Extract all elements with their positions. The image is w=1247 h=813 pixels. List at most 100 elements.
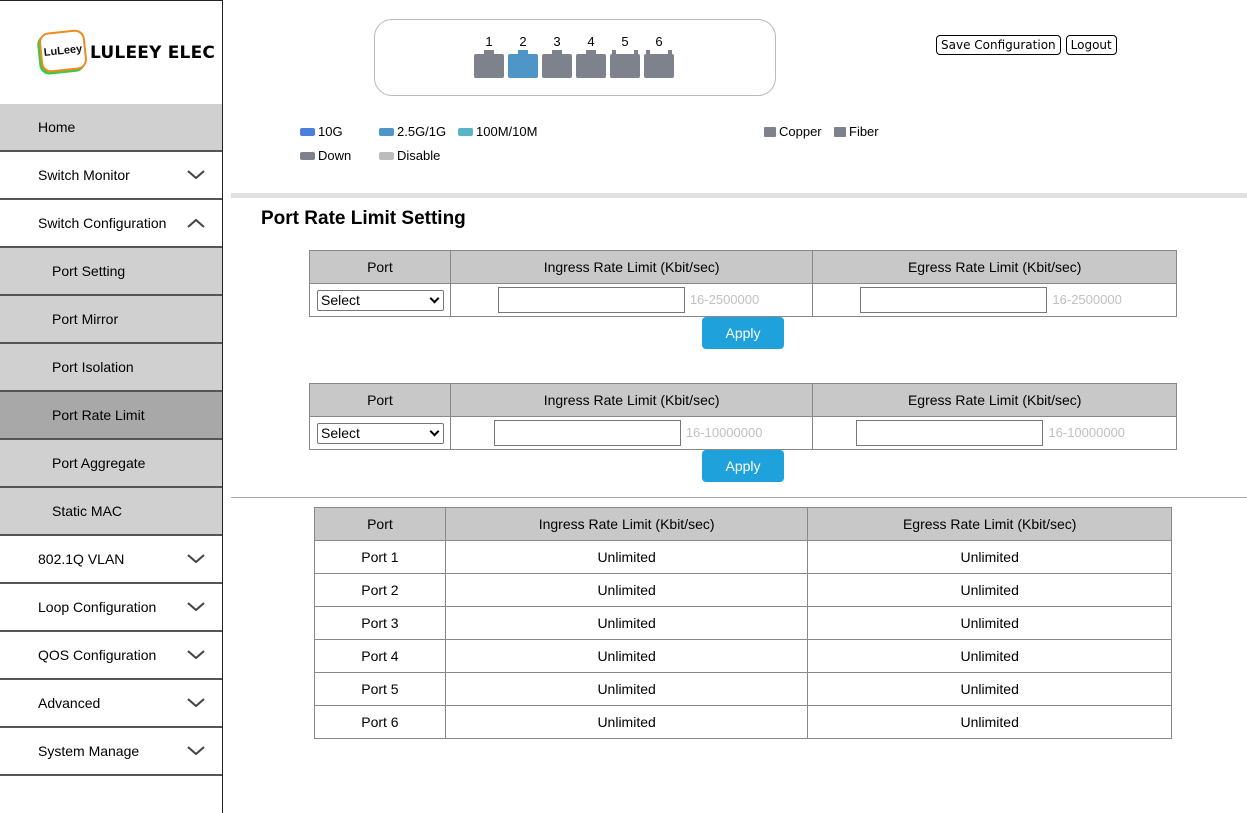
legend-label: Fiber: [849, 124, 879, 139]
egress-cell: Unlimited: [807, 573, 1172, 607]
rate-limit-form-1: Port Ingress Rate Limit (Kbit/sec) Egres…: [309, 250, 1177, 317]
port-number: 4: [587, 34, 595, 49]
chevron-down-icon: [429, 293, 440, 304]
sidebar-item-label: Port Setting: [52, 263, 126, 279]
apply-button[interactable]: Apply: [702, 317, 784, 349]
legend-10g: 10G: [300, 124, 343, 139]
port-number: 5: [621, 34, 629, 49]
sidebar-item-qos-configuration[interactable]: QOS Configuration: [0, 632, 222, 680]
port-cell: Port 2: [314, 573, 446, 607]
sidebar-item-port-isolation[interactable]: Port Isolation: [0, 344, 222, 392]
sidebar-item-label: Switch Configuration: [38, 215, 167, 231]
logo-badge: LuLeey: [38, 28, 88, 74]
sidebar-item-switch-configuration[interactable]: Switch Configuration: [0, 200, 222, 248]
copper-port-icon: [474, 50, 504, 78]
ingress-cell: Unlimited: [444, 573, 809, 607]
table-row: Port 1 Unlimited Unlimited: [314, 540, 1172, 574]
sidebar-item-label: Port Aggregate: [52, 455, 146, 471]
legend-label: 2.5G/1G: [397, 124, 447, 139]
sidebar-item-label: System Manage: [38, 743, 140, 759]
copper-port-icon: [576, 50, 606, 78]
egress-cell: Unlimited: [807, 540, 1172, 574]
100m-swatch-icon: [458, 127, 473, 136]
sidebar-item-system-manage[interactable]: System Manage: [0, 728, 222, 776]
rate-limit-form-2: Port Ingress Rate Limit (Kbit/sec) Egres…: [309, 383, 1177, 450]
table-row: Port 6 Unlimited Unlimited: [314, 705, 1172, 739]
port-select[interactable]: Select: [317, 423, 444, 444]
egress-cell: Unlimited: [807, 606, 1172, 640]
legend-label: Disable: [397, 148, 441, 163]
port-select-value: Select: [321, 425, 360, 441]
sidebar-item-label: Port Isolation: [52, 359, 134, 375]
sidebar-item-port-setting[interactable]: Port Setting: [0, 248, 222, 296]
apply-button[interactable]: Apply: [702, 450, 784, 482]
port-cell: Port 1: [314, 540, 446, 574]
sidebar-item-switch-monitor[interactable]: Switch Monitor: [0, 152, 222, 200]
save-configuration-button[interactable]: Save Configuration: [936, 35, 1061, 55]
legend-label: Down: [318, 148, 352, 163]
ingress-range-hint: 16-10000000: [685, 425, 763, 440]
sidebar-item-label: Advanced: [38, 695, 101, 711]
column-header: Port: [309, 250, 451, 284]
copper-port-icon: [764, 126, 776, 137]
fiber-port-icon: [834, 126, 846, 137]
chevron-down-icon: [187, 554, 205, 564]
page-title: Port Rate Limit Setting: [261, 208, 466, 229]
sidebar-item-label: QOS Configuration: [38, 647, 157, 663]
table-row: Port 5 Unlimited Unlimited: [314, 672, 1172, 706]
sidebar-item-label: Static MAC: [52, 503, 123, 519]
ingress-rate-input[interactable]: [497, 287, 685, 313]
egress-rate-input[interactable]: [856, 420, 1044, 446]
legend-label: 100M/10M: [476, 124, 538, 139]
egress-rate-input[interactable]: [860, 287, 1048, 313]
sidebar-item-loop-configuration[interactable]: Loop Configuration: [0, 584, 222, 632]
rate-limit-status-table: Port Ingress Rate Limit (Kbit/sec) Egres…: [314, 507, 1172, 739]
port-cell: Port 5: [314, 672, 446, 706]
legend-label: 10G: [318, 124, 343, 139]
egress-range-hint: 16-2500000: [1052, 292, 1122, 307]
sidebar-item-label: Home: [38, 119, 76, 135]
logout-button[interactable]: Logout: [1065, 35, 1117, 55]
fiber-port-icon: [610, 50, 640, 78]
port-cell: Port 3: [314, 606, 446, 640]
legend-copper: Copper: [764, 124, 822, 139]
copper-port-icon: [542, 50, 572, 78]
legend-100m: 100M/10M: [458, 124, 537, 139]
port-select[interactable]: Select: [317, 290, 444, 311]
port-select-value: Select: [321, 292, 360, 308]
sidebar-item-static-mac[interactable]: Static MAC: [0, 488, 222, 536]
10g-swatch-icon: [300, 127, 315, 136]
sidebar-item-label: Switch Monitor: [38, 167, 130, 183]
logo-brand: LULEEY ELEC: [90, 43, 216, 63]
port-number: 2: [519, 34, 527, 49]
ingress-rate-input[interactable]: [493, 420, 681, 446]
port-number: 3: [553, 34, 561, 49]
legend-down: Down: [300, 148, 351, 163]
chevron-down-icon: [187, 650, 205, 660]
column-header: Egress Rate Limit (Kbit/sec): [812, 250, 1177, 284]
sidebar-item-port-rate-limit[interactable]: Port Rate Limit: [0, 392, 222, 440]
sidebar-item-home[interactable]: Home: [0, 104, 222, 152]
sidebar-item-port-aggregate[interactable]: Port Aggregate: [0, 440, 222, 488]
copper-port-icon: [508, 50, 538, 78]
sidebar-item-port-mirror[interactable]: Port Mirror: [0, 296, 222, 344]
ingress-cell: Unlimited: [444, 672, 809, 706]
column-header: Egress Rate Limit (Kbit/sec): [812, 383, 1177, 417]
2-5g-swatch-icon: [379, 127, 394, 136]
ingress-cell: Unlimited: [444, 540, 809, 574]
disable-swatch-icon: [379, 151, 394, 160]
sidebar-item-8021q-vlan[interactable]: 802.1Q VLAN: [0, 536, 222, 584]
egress-cell: Unlimited: [807, 672, 1172, 706]
chevron-down-icon: [429, 426, 440, 437]
sidebar: LuLeey LULEEY ELEC Home Switch Monitor S…: [0, 0, 223, 813]
ingress-cell: Unlimited: [444, 606, 809, 640]
table-row: Port 2 Unlimited Unlimited: [314, 573, 1172, 607]
sidebar-item-advanced[interactable]: Advanced: [0, 680, 222, 728]
column-header: Port: [309, 383, 451, 417]
chevron-down-icon: [187, 170, 205, 180]
logo: LuLeey LULEEY ELEC: [0, 1, 222, 104]
header-actions: Save Configuration Logout: [936, 35, 1117, 55]
sidebar-item-label: Port Rate Limit: [52, 407, 145, 423]
port-cell: Port 6: [314, 705, 446, 739]
column-header: Ingress Rate Limit (Kbit/sec): [449, 383, 814, 417]
